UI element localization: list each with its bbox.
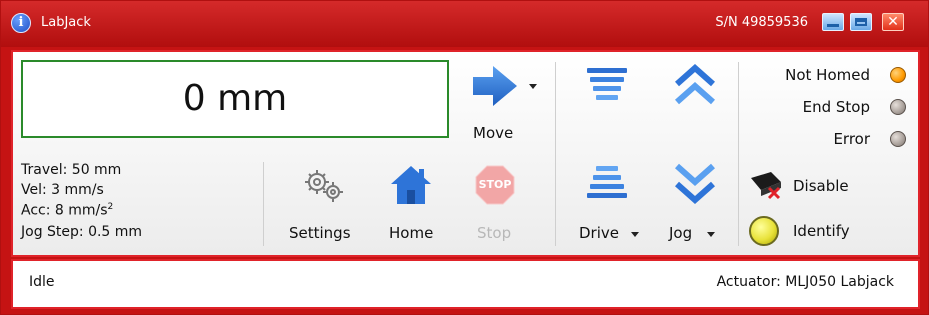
- jog-up-button[interactable]: [661, 62, 731, 118]
- actuator-info: Actuator: MLJ050 Labjack: [716, 274, 894, 290]
- application-window: i LabJack S/N 49859536 ✕ 0 mm Travel: 50…: [0, 0, 929, 315]
- chevron-down-icon: [707, 232, 715, 237]
- error-led: [890, 131, 906, 147]
- status-text: Idle: [29, 274, 55, 290]
- move-label: Move: [473, 124, 514, 142]
- drive-up-button[interactable]: [571, 62, 641, 118]
- error-label: Error: [833, 130, 870, 148]
- velocity-label: Vel: 3 mm/s: [21, 182, 104, 198]
- acceleration-text: Acc: 8 mm/s: [21, 202, 108, 219]
- minimize-icon[interactable]: [822, 13, 844, 31]
- drive-down-button[interactable]: Drive: [571, 160, 651, 250]
- disable-label: Disable: [793, 177, 849, 195]
- chevron-down-icon: [631, 232, 639, 237]
- stop-button[interactable]: STOP Stop: [465, 160, 525, 250]
- move-button[interactable]: Move: [461, 60, 547, 150]
- not-homed-led: [890, 67, 906, 83]
- title-bar[interactable]: i LabJack S/N 49859536 ✕: [1, 1, 928, 47]
- stop-sign-text: STOP: [478, 178, 512, 191]
- double-chevron-up-icon: [675, 64, 715, 105]
- maximize-icon[interactable]: [850, 13, 872, 31]
- end-stop-led: [890, 99, 906, 115]
- divider: [738, 62, 739, 246]
- end-stop-label: End Stop: [802, 98, 870, 116]
- control-panel: 0 mm Travel: 50 mm Vel: 3 mm/s Acc: 8 mm…: [11, 50, 920, 257]
- settings-label: Settings: [289, 224, 351, 242]
- drive-up-icon: [587, 68, 627, 100]
- close-icon[interactable]: ✕: [882, 13, 904, 31]
- home-label: Home: [389, 224, 434, 242]
- disable-button[interactable]: Disable: [747, 170, 867, 204]
- disable-icon: [751, 172, 781, 200]
- identify-led-icon: [749, 216, 779, 246]
- travel-label: Travel: 50 mm: [21, 162, 122, 178]
- drive-down-icon: [587, 166, 627, 198]
- info-icon[interactable]: i: [11, 13, 31, 33]
- home-icon: [391, 166, 431, 204]
- settings-button[interactable]: Settings: [283, 160, 363, 250]
- home-button[interactable]: Home: [379, 160, 445, 250]
- acceleration-label: Acc: 8 mm/s2: [21, 202, 113, 219]
- serial-number: S/N 49859536: [715, 15, 808, 30]
- info-glyph: i: [18, 15, 24, 30]
- not-homed-label: Not Homed: [785, 66, 870, 84]
- jog-step-label: Jog Step: 0.5 mm: [21, 224, 143, 240]
- stop-label: Stop: [477, 224, 512, 242]
- double-chevron-down-icon: [675, 163, 715, 204]
- position-value: 0 mm: [182, 78, 288, 119]
- gears-icon: [305, 170, 343, 202]
- identify-label: Identify: [793, 222, 850, 240]
- acceleration-exponent: 2: [107, 202, 114, 212]
- divider: [263, 162, 264, 246]
- status-bar: Idle Actuator: MLJ050 Labjack: [11, 259, 920, 309]
- identify-button[interactable]: Identify: [747, 214, 867, 250]
- move-arrow-icon: [473, 66, 517, 106]
- position-display: 0 mm: [21, 60, 449, 138]
- divider: [555, 62, 556, 246]
- chevron-down-icon: [529, 84, 537, 89]
- window-title: LabJack: [41, 15, 91, 30]
- jog-label: Jog: [669, 224, 693, 242]
- jog-down-button[interactable]: Jog: [661, 160, 735, 250]
- drive-label: Drive: [579, 224, 619, 242]
